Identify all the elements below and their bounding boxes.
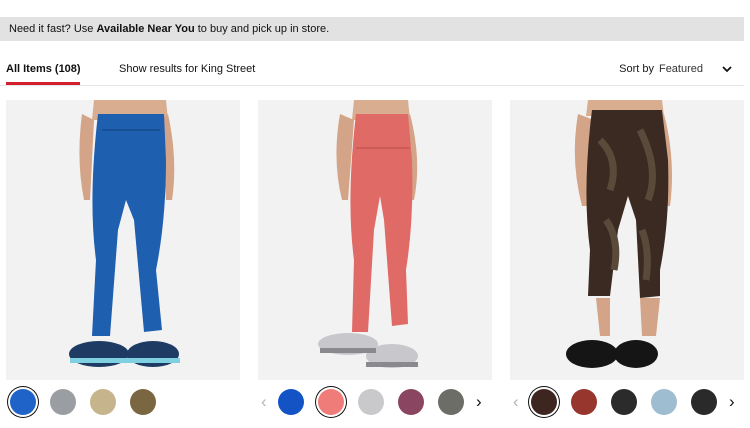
tab-all-items[interactable]: All Items (108) bbox=[6, 63, 81, 75]
sort-dropdown[interactable]: Sort by Featured bbox=[619, 62, 734, 76]
tab-store-results[interactable]: Show results for King Street bbox=[119, 63, 255, 75]
color-swatch[interactable] bbox=[651, 389, 677, 415]
color-swatch[interactable] bbox=[50, 389, 76, 415]
pickup-banner: Need it fast? Use Available Near You to … bbox=[0, 17, 744, 41]
product-image-3[interactable] bbox=[510, 100, 744, 380]
banner-text-suffix: to buy and pick up in store. bbox=[194, 23, 330, 35]
banner-text-prefix: Need it fast? Use bbox=[9, 23, 97, 35]
color-swatch[interactable] bbox=[318, 389, 344, 415]
product-image-2[interactable] bbox=[258, 100, 492, 380]
color-swatch[interactable] bbox=[90, 389, 116, 415]
color-swatch[interactable] bbox=[691, 389, 717, 415]
product-image-1[interactable] bbox=[6, 100, 240, 380]
sort-value: Featured bbox=[658, 63, 703, 75]
color-swatch[interactable] bbox=[10, 389, 36, 415]
available-near-you-link[interactable]: Available Near You bbox=[96, 23, 194, 35]
color-swatch[interactable] bbox=[611, 389, 637, 415]
color-swatch[interactable] bbox=[571, 389, 597, 415]
chevron-right-icon[interactable]: › bbox=[476, 392, 482, 412]
results-toolbar: All Items (108) Show results for King St… bbox=[0, 56, 744, 86]
color-swatch[interactable] bbox=[130, 389, 156, 415]
chevron-left-icon[interactable]: ‹ bbox=[513, 392, 519, 412]
color-swatch[interactable] bbox=[278, 389, 304, 415]
sort-label: Sort by bbox=[619, 63, 654, 75]
chevron-right-icon[interactable]: › bbox=[729, 392, 735, 412]
color-swatch[interactable] bbox=[358, 389, 384, 415]
chevron-left-icon[interactable]: ‹ bbox=[261, 392, 267, 412]
chevron-down-icon bbox=[722, 66, 732, 73]
color-swatch[interactable] bbox=[438, 389, 464, 415]
color-swatch[interactable] bbox=[398, 389, 424, 415]
color-swatch[interactable] bbox=[531, 389, 557, 415]
active-tab-indicator bbox=[6, 82, 80, 85]
